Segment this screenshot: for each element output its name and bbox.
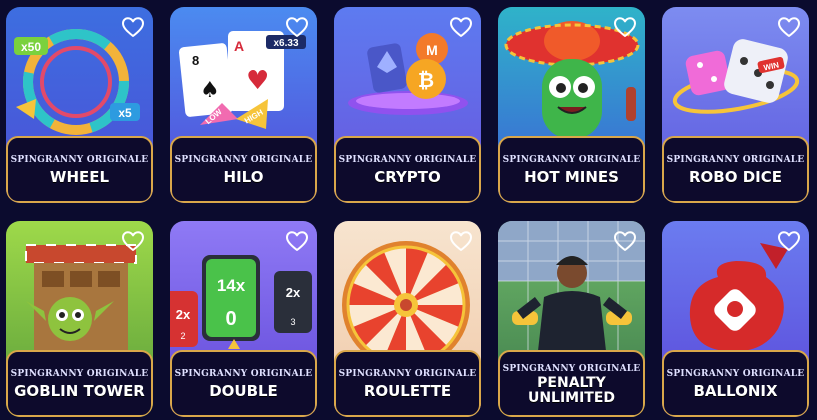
heart-icon[interactable]	[777, 16, 801, 38]
brand-label: SPINGRANNY ORIGINALE	[338, 155, 477, 165]
heart-icon[interactable]	[449, 16, 473, 38]
svg-text:M: M	[426, 42, 438, 58]
game-label-plate: SPINGRANNY ORIGINALE WHEEL	[6, 136, 153, 203]
game-card-hilo[interactable]: 8 ♠ A ♥ x6.33 LOW HIGH SPINGRANNY ORIGINALE HI…	[170, 7, 317, 203]
svg-text:0: 0	[225, 308, 236, 330]
game-card-hot-mines[interactable]: SPINGRANNY ORIGINALE HOT MINES	[498, 7, 645, 203]
game-label-plate: SPINGRANNY ORIGINALE HOT MINES	[498, 136, 645, 203]
svg-text:A: A	[234, 38, 244, 54]
svg-text:2: 2	[180, 331, 185, 341]
heart-icon[interactable]	[285, 230, 309, 252]
game-label-plate: SPINGRANNY ORIGINALE DOUBLE	[170, 350, 317, 417]
game-grid: x50 x5 SPINGRANNY ORIGINALE WHEEL 8 ♠ A ♥ x6.…	[6, 7, 809, 417]
brand-label: SPINGRANNY ORIGINALE	[666, 369, 805, 379]
game-label-plate: SPINGRANNY ORIGINALE ROULETTE	[334, 350, 481, 417]
game-label-plate: SPINGRANNY ORIGINALE BALLONIX	[662, 350, 809, 417]
heart-icon[interactable]	[613, 16, 637, 38]
heart-icon[interactable]	[121, 16, 145, 38]
heart-icon[interactable]	[121, 230, 145, 252]
svg-text:8: 8	[192, 53, 199, 68]
game-label-plate: SPINGRANNY ORIGINALE CRYPTO	[334, 136, 481, 203]
svg-text:x5: x5	[118, 106, 132, 120]
game-title: ROULETTE	[363, 382, 452, 400]
svg-text:x6.33: x6.33	[273, 38, 298, 49]
brand-label: SPINGRANNY ORIGINALE	[10, 369, 149, 379]
svg-text:x50: x50	[21, 40, 41, 54]
brand-label: SPINGRANNY ORIGINALE	[338, 369, 477, 379]
game-card-roulette[interactable]: SPINGRANNY ORIGINALE ROULETTE	[334, 221, 481, 417]
heart-icon[interactable]	[285, 16, 309, 38]
game-title: GOBLIN TOWER	[14, 382, 145, 400]
game-title: WHEEL	[49, 168, 110, 186]
brand-label: SPINGRANNY ORIGINALE	[174, 369, 313, 379]
game-title: HOT MINES	[524, 168, 619, 186]
svg-text:2x: 2x	[286, 285, 301, 300]
svg-text:3: 3	[290, 317, 295, 327]
brand-label: SPINGRANNY ORIGINALE	[502, 155, 641, 165]
game-title: CRYPTO	[374, 168, 441, 186]
game-label-plate: SPINGRANNY ORIGINALE GOBLIN TOWER	[6, 350, 153, 417]
game-title: BALLONIX	[693, 382, 778, 400]
heart-icon[interactable]	[613, 230, 637, 252]
brand-label: SPINGRANNY ORIGINALE	[174, 155, 313, 165]
svg-text:♥: ♥	[246, 66, 269, 96]
game-label-plate: SPINGRANNY ORIGINALE PENALTY UNLIMITED	[498, 350, 645, 417]
brand-label: SPINGRANNY ORIGINALE	[666, 155, 805, 165]
game-card-robo-dice[interactable]: WIN SPINGRANNY ORIGINALE ROBO DICE	[662, 7, 809, 203]
svg-text:2x: 2x	[176, 307, 191, 322]
game-card-penalty-unlimited[interactable]: SPINGRANNY ORIGINALE PENALTY UNLIMITED	[498, 221, 645, 417]
brand-label: SPINGRANNY ORIGINALE	[502, 363, 641, 374]
game-title: HILO	[223, 168, 264, 186]
brand-label: SPINGRANNY ORIGINALE	[10, 155, 149, 165]
game-title: ROBO DICE	[689, 168, 782, 186]
game-card-ballonix[interactable]: SPINGRANNY ORIGINALE BALLONIX	[662, 221, 809, 417]
game-card-wheel[interactable]: x50 x5 SPINGRANNY ORIGINALE WHEEL	[6, 7, 153, 203]
game-card-goblin-tower[interactable]: SPINGRANNY ORIGINALE GOBLIN TOWER	[6, 221, 153, 417]
game-label-plate: SPINGRANNY ORIGINALE HILO	[170, 136, 317, 203]
game-title: DOUBLE	[209, 382, 278, 400]
game-card-crypto[interactable]: M ₿ SPINGRANNY ORIGINALE CRYPTO	[334, 7, 481, 203]
heart-icon[interactable]	[449, 230, 473, 252]
heart-icon[interactable]	[777, 230, 801, 252]
game-label-plate: SPINGRANNY ORIGINALE ROBO DICE	[662, 136, 809, 203]
svg-text:14x: 14x	[217, 276, 246, 295]
svg-text:₿: ₿	[418, 70, 434, 92]
game-card-double[interactable]: 14x 0 2x 2x 2 3 SPINGRANNY ORIGINALE DOUBLE	[170, 221, 317, 417]
svg-text:♠: ♠	[200, 78, 220, 103]
game-title: PENALTY UNLIMITED	[527, 374, 616, 406]
